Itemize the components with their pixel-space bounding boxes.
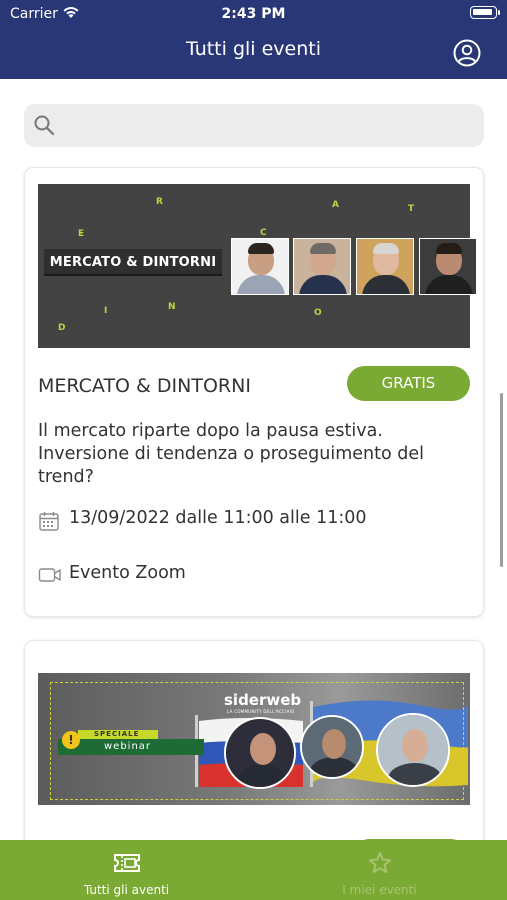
- battery-icon: [470, 6, 500, 19]
- page-title: Tutti gli eventi: [185, 38, 322, 60]
- event-banner-image: siderweb LA COMMUNITY DELL'ACCIAIO webin…: [38, 673, 470, 805]
- speaker-photo: [376, 713, 450, 787]
- event-description: Il mercato riparte dopo la pausa estiva.…: [38, 421, 424, 487]
- tab-bar: Tutti gli aventi I miei eventi: [0, 840, 507, 900]
- speaker-photo: [293, 238, 351, 295]
- event-date: 13/09/2022 dalle 11:00 alle 11:00: [69, 508, 367, 528]
- search-input[interactable]: [66, 104, 471, 147]
- search-bar[interactable]: [24, 104, 484, 147]
- star-icon: [369, 852, 391, 873]
- event-banner-image: R A T E C N I O D MERCATO & DINTORNI: [38, 184, 477, 348]
- speaker-photo: [300, 715, 364, 779]
- status-time: 2:43 PM: [221, 6, 286, 22]
- tab-label: Tutti gli aventi: [83, 883, 170, 897]
- event-card[interactable]: siderweb LA COMMUNITY DELL'ACCIAIO webin…: [25, 641, 483, 851]
- video-camera-icon: [38, 568, 61, 582]
- speaker-photo: [231, 238, 289, 295]
- speaker-photo: [356, 238, 414, 295]
- speaker-photo: [224, 717, 296, 789]
- siderweb-logo: siderweb: [224, 691, 302, 709]
- account-icon[interactable]: [453, 39, 481, 67]
- siderweb-logo-tagline: LA COMMUNITY DELL'ACCIAIO: [227, 709, 295, 714]
- search-icon: [34, 115, 55, 136]
- price-badge: GRATIS: [347, 366, 470, 401]
- status-bar: Carrier 2:43 PM: [0, 0, 507, 28]
- event-title: MERCATO & DINTORNI: [38, 375, 251, 397]
- event-card[interactable]: R A T E C N I O D MERCATO & DINTORNI MER…: [25, 168, 483, 616]
- scrollbar[interactable]: [500, 393, 503, 567]
- banner-title: MERCATO & DINTORNI: [44, 249, 222, 276]
- speaker-photo: [419, 238, 477, 295]
- event-location: Evento Zoom: [69, 563, 186, 583]
- banner-tag: SPECIALE: [78, 730, 158, 739]
- warning-icon: !: [62, 731, 80, 749]
- tab-all-events[interactable]: Tutti gli aventi: [0, 840, 253, 900]
- navigation-bar: Carrier 2:43 PM Tutti gli eventi: [0, 0, 507, 79]
- tab-my-events[interactable]: I miei eventi: [253, 840, 506, 900]
- calendar-icon: [39, 512, 59, 531]
- tab-label: I miei eventi: [342, 883, 417, 897]
- ticket-icon: [114, 854, 140, 872]
